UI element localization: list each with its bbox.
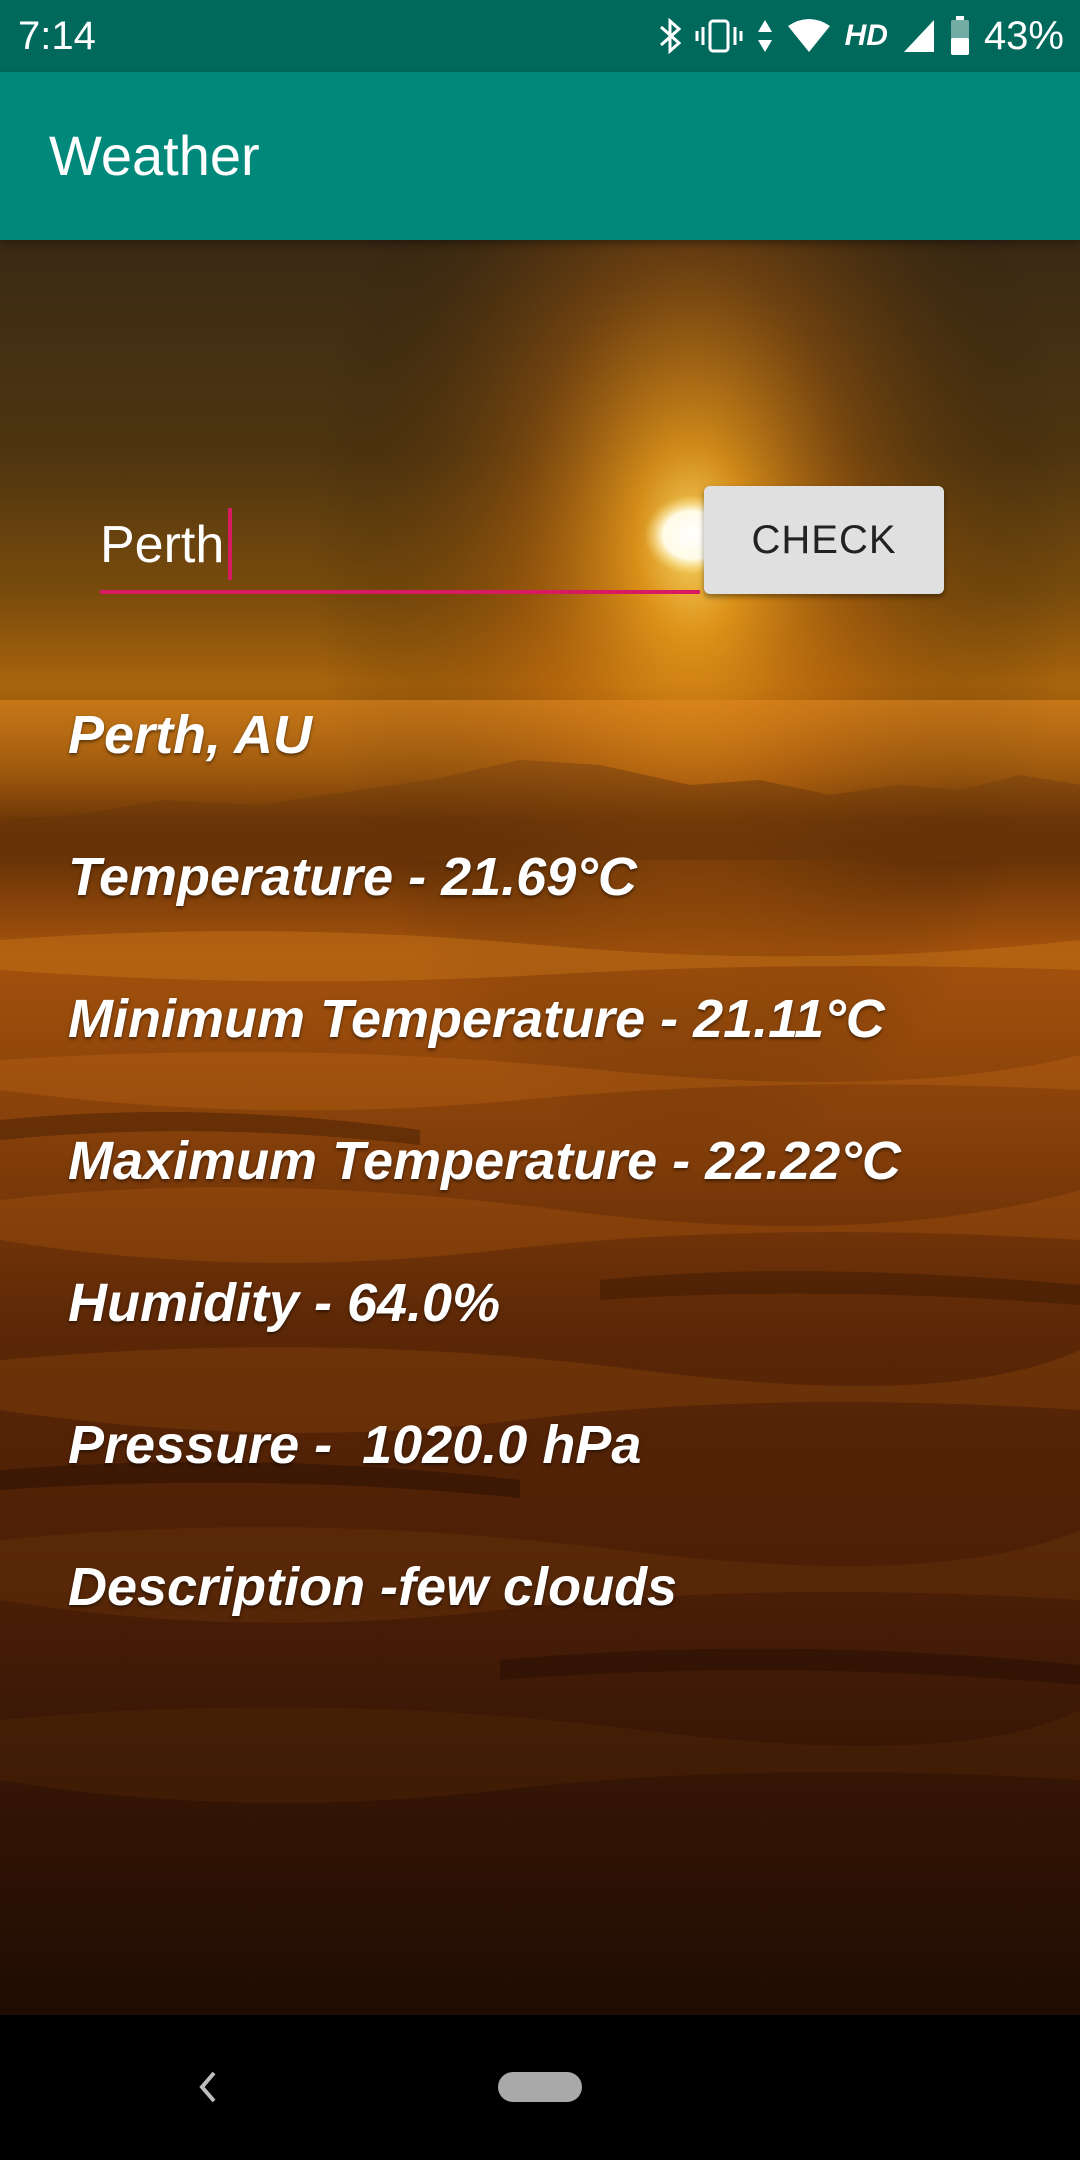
pressure-text: Pressure - 1020.0 hPa bbox=[68, 1415, 642, 1475]
battery-percent: 43% bbox=[983, 14, 1064, 58]
weather-info: Perth, AU Temperature - 21.69°C Minimum … bbox=[68, 700, 901, 1694]
home-pill-icon[interactable] bbox=[498, 2072, 582, 2102]
status-icons: HD 43% bbox=[659, 12, 1064, 60]
battery-icon bbox=[950, 16, 970, 56]
text-cursor bbox=[228, 508, 233, 580]
status-bar: 7:14 HD 43% bbox=[0, 0, 1080, 72]
min-temperature-text: Minimum Temperature - 21.11°C bbox=[68, 989, 885, 1049]
bluetooth-icon bbox=[659, 18, 681, 54]
cell-signal-icon bbox=[902, 18, 936, 54]
location-text: Perth, AU bbox=[68, 705, 313, 765]
vibrate-icon bbox=[695, 18, 743, 54]
temperature-text: Temperature - 21.69°C bbox=[68, 847, 637, 907]
humidity-text: Humidity - 64.0% bbox=[68, 1273, 501, 1333]
wifi-icon bbox=[787, 18, 831, 54]
status-time: 7:14 bbox=[18, 14, 96, 58]
navigation-bar bbox=[0, 2015, 1080, 2160]
check-button[interactable]: CHECK bbox=[704, 486, 944, 594]
data-arrows-icon bbox=[757, 18, 773, 54]
network-type-label: HD bbox=[844, 19, 888, 52]
description-text: Description -few clouds bbox=[68, 1557, 678, 1617]
max-temperature-text: Maximum Temperature - 22.22°C bbox=[68, 1131, 901, 1191]
back-icon[interactable] bbox=[190, 2067, 226, 2112]
screen: 7:14 HD 43% Weather Perth CHECK Perth, A… bbox=[0, 0, 1080, 2160]
city-search-input[interactable] bbox=[100, 500, 700, 594]
app-title: Weather bbox=[49, 124, 260, 187]
app-bar: Weather bbox=[0, 72, 1080, 240]
